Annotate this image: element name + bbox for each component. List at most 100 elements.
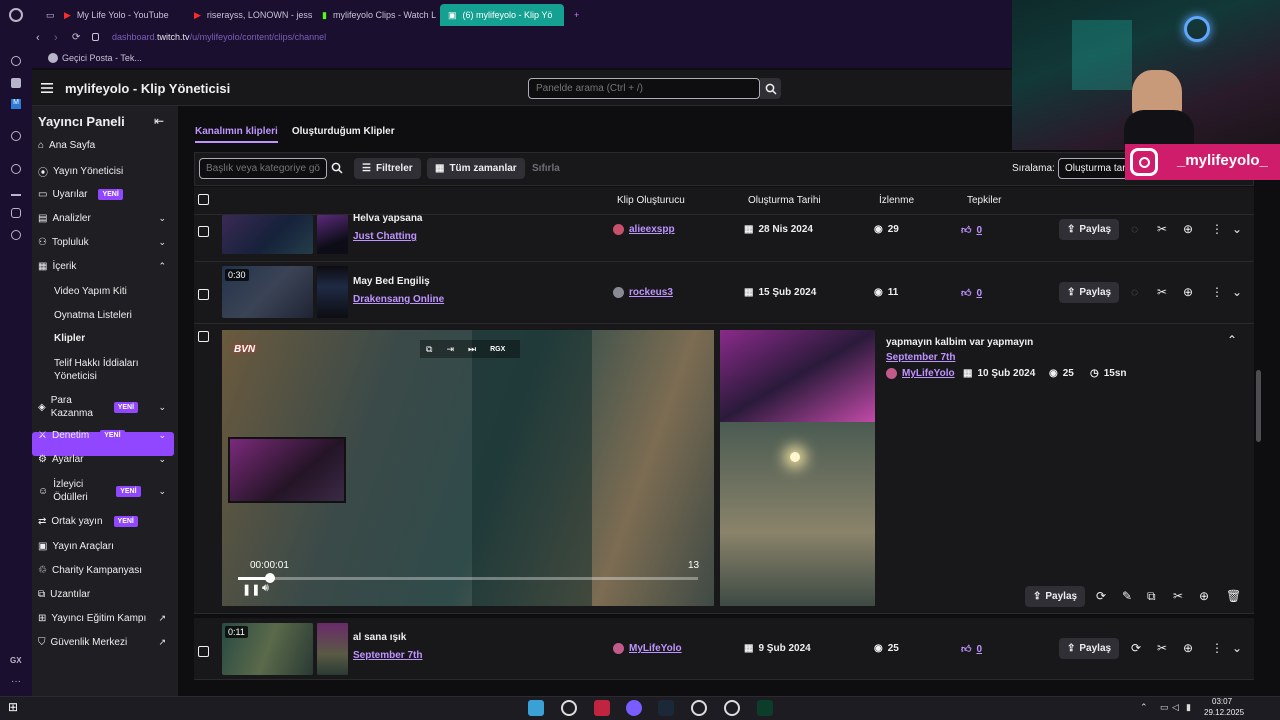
sidebar-item-alerts[interactable]: ▭ Uyarılar YENİ <box>38 189 174 200</box>
progress-track[interactable] <box>238 577 698 580</box>
taskbar-obs-icon[interactable] <box>691 700 707 716</box>
tab-clip-manager[interactable]: ▣ (6) mylifeyolo - Klip Yö <box>440 4 564 26</box>
collapse-sidebar-icon[interactable]: ⇤ <box>154 114 164 128</box>
sidebar-item-analytics[interactable]: ▤ Analizler ⌄ <box>38 213 174 224</box>
back-icon[interactable]: ‹ <box>36 32 40 44</box>
clip-thumbnail[interactable]: 0:30 <box>222 266 313 318</box>
chevron-down-icon[interactable]: ⌄ <box>1232 641 1242 655</box>
tab-my-channel-clips[interactable]: Kanalımın klipleri <box>195 126 278 143</box>
url-text[interactable]: dashboard.twitch.tv/u/mylifeyolo/content… <box>112 32 326 42</box>
clip-category-link[interactable]: Drakensang Online <box>353 294 444 305</box>
taskbar-discord-icon[interactable] <box>626 700 642 716</box>
sidebar-item-copyright[interactable]: Telif Hakkı İddiaları Yöneticisi <box>54 357 154 383</box>
speaker-icon[interactable]: ◁ <box>1172 702 1179 713</box>
tab-youtube[interactable]: ▶ My Life Yolo - YouTube <box>56 4 184 26</box>
sidebar-item-stream-manager[interactable]: ⦿ Yayın Yöneticisi <box>38 164 174 179</box>
scissors-icon[interactable]: ✂ <box>1173 589 1183 603</box>
clip-category-link[interactable]: Just Chatting <box>353 231 417 242</box>
time-range-button[interactable]: ▦ Tüm zamanlar <box>427 158 525 179</box>
reload-icon[interactable]: ⟳ <box>72 32 80 43</box>
sidebar-item-tools[interactable]: ▣ Yayın Araçları <box>38 541 174 552</box>
tab-created-clips[interactable]: Oluşturduğum Klipler <box>292 126 395 143</box>
pause-icon[interactable]: ❚❚ <box>242 583 260 596</box>
refresh-icon[interactable]: ⟳ <box>1131 641 1141 655</box>
tab-clips[interactable]: ▮ mylifeyolo Clips - Watch L <box>314 4 438 26</box>
opera-logo-icon[interactable] <box>9 8 23 22</box>
taskbar-app-icon[interactable] <box>528 700 544 716</box>
expanded-category-link[interactable]: September 7th <box>886 352 955 363</box>
scrollbar[interactable] <box>1256 370 1261 442</box>
sidebar-item-clips[interactable]: Klipler <box>54 333 85 344</box>
creator-link[interactable]: rockeus3 <box>629 287 673 298</box>
sidebar-item-viewer-rewards[interactable]: ☺ İzleyici Ödülleri YENİ ⌄ <box>38 478 174 504</box>
sidebar-item-collab[interactable]: ⇄ Ortak yayın YENİ <box>38 516 174 527</box>
taskbar-settings-icon[interactable] <box>561 700 577 716</box>
scissors-icon[interactable]: ✂ <box>1157 641 1167 655</box>
add-circle-icon[interactable]: ⊕ <box>1183 641 1193 655</box>
sidebar-item-charity[interactable]: ♲ Charity Kampanyası <box>38 565 174 576</box>
creator-link[interactable]: MyLifeYolo <box>902 368 955 379</box>
clip-vertical-thumbnail[interactable] <box>317 215 348 254</box>
forward-icon[interactable]: › <box>54 32 58 44</box>
taskbar-steam-icon[interactable] <box>658 700 674 716</box>
add-circle-icon[interactable]: ⊕ <box>1199 589 1209 603</box>
creator-link[interactable]: MyLifeYolo <box>629 643 682 654</box>
downloads-icon[interactable] <box>11 186 21 196</box>
share-button[interactable]: ⇪ Paylaş <box>1059 638 1120 659</box>
history-icon[interactable] <box>11 164 21 174</box>
sidebar-item-home[interactable]: ⌂ Ana Sayfa <box>38 140 174 151</box>
clip-category-link[interactable]: September 7th <box>353 650 422 661</box>
sidebar-item-community[interactable]: ⚇ Topluluk ⌄ <box>38 237 174 248</box>
tab-riserayss[interactable]: ▶ riserayss, LONOWN - jess <box>186 4 312 26</box>
col-reactions[interactable]: Tepkiler <box>967 195 1001 206</box>
row-checkbox[interactable] <box>198 331 209 342</box>
volume-icon[interactable]: 🔊︎ <box>262 582 269 595</box>
scissors-icon[interactable]: ✂ <box>1157 285 1167 299</box>
col-views[interactable]: İzlenme <box>879 195 914 206</box>
extensions-icon[interactable] <box>11 208 21 218</box>
login-icon[interactable]: ⇥ <box>446 344 454 355</box>
messenger-icon[interactable]: M <box>11 99 21 109</box>
sidebar-item-bootcamp[interactable]: ⊞ Yayıncı Eğitim Kampı ↗ <box>38 613 174 624</box>
reset-button[interactable]: Sıfırla <box>524 158 568 179</box>
next-icon[interactable]: ⏭ <box>468 344 476 355</box>
more-vertical-icon[interactable]: ⋮ <box>1211 222 1223 236</box>
bookmark-temp-mail[interactable]: Geçici Posta - Tek... <box>62 53 142 63</box>
sidebar-item-moderation[interactable]: ⚔ Denetim YENİ ⌄ <box>38 430 174 441</box>
filters-button[interactable]: ☰ Filtreler <box>354 158 421 179</box>
taskbar-terminal-icon[interactable] <box>757 700 773 716</box>
row-checkbox[interactable] <box>198 646 209 657</box>
menu-icon[interactable] <box>38 79 56 97</box>
taskbar-opera-icon[interactable] <box>594 700 610 716</box>
filter-search-icon[interactable] <box>331 162 343 174</box>
sidebar-item-video-kit[interactable]: Video Yapım Kiti <box>54 286 127 297</box>
clip-vertical-thumbnail[interactable] <box>317 266 348 318</box>
chevron-down-icon[interactable]: ⌄ <box>1232 285 1242 299</box>
sidebar-item-monetization[interactable]: ◈ Para Kazanma YENİ ⌄ <box>38 394 174 420</box>
chevron-down-icon[interactable]: ⌄ <box>1232 222 1242 236</box>
sidebar-item-content[interactable]: ▦ İçerik ⌃ <box>38 261 174 272</box>
sidebar-item-safety[interactable]: ⛉ Güvenlik Merkezi ↗ <box>38 637 174 648</box>
sort-select[interactable]: Oluşturma tar <box>1058 158 1128 179</box>
settings-icon[interactable] <box>11 131 21 141</box>
row-checkbox[interactable] <box>198 289 209 300</box>
share-button[interactable]: ⇪ Paylaş <box>1059 282 1120 303</box>
vertical-preview-bottom[interactable] <box>720 422 875 606</box>
pip-icon[interactable]: ⧉ <box>426 344 432 355</box>
network-icon[interactable]: ▭ <box>1160 702 1169 713</box>
share-button[interactable]: ⇪ Paylaş <box>1025 586 1086 607</box>
taskbar-gear-icon[interactable] <box>724 700 740 716</box>
speed-dial-icon[interactable] <box>11 56 21 66</box>
external-link-icon[interactable]: ⧉ <box>1147 589 1156 604</box>
more-icon[interactable]: ··· <box>11 676 21 687</box>
gx-icon[interactable]: GX <box>10 656 22 665</box>
clip-vertical-thumbnail[interactable] <box>317 623 348 675</box>
dashboard-search-input[interactable] <box>528 78 760 99</box>
bag-icon[interactable] <box>11 78 21 88</box>
edit-icon[interactable]: ✎ <box>1122 589 1132 603</box>
vertical-preview-top[interactable] <box>720 330 875 422</box>
delete-icon[interactable]: 🗑︎ <box>1226 589 1241 603</box>
scissors-icon[interactable]: ✂ <box>1157 222 1167 236</box>
more-vertical-icon[interactable]: ⋮ <box>1211 641 1223 655</box>
clock-time[interactable]: 03:07 <box>1212 697 1232 706</box>
